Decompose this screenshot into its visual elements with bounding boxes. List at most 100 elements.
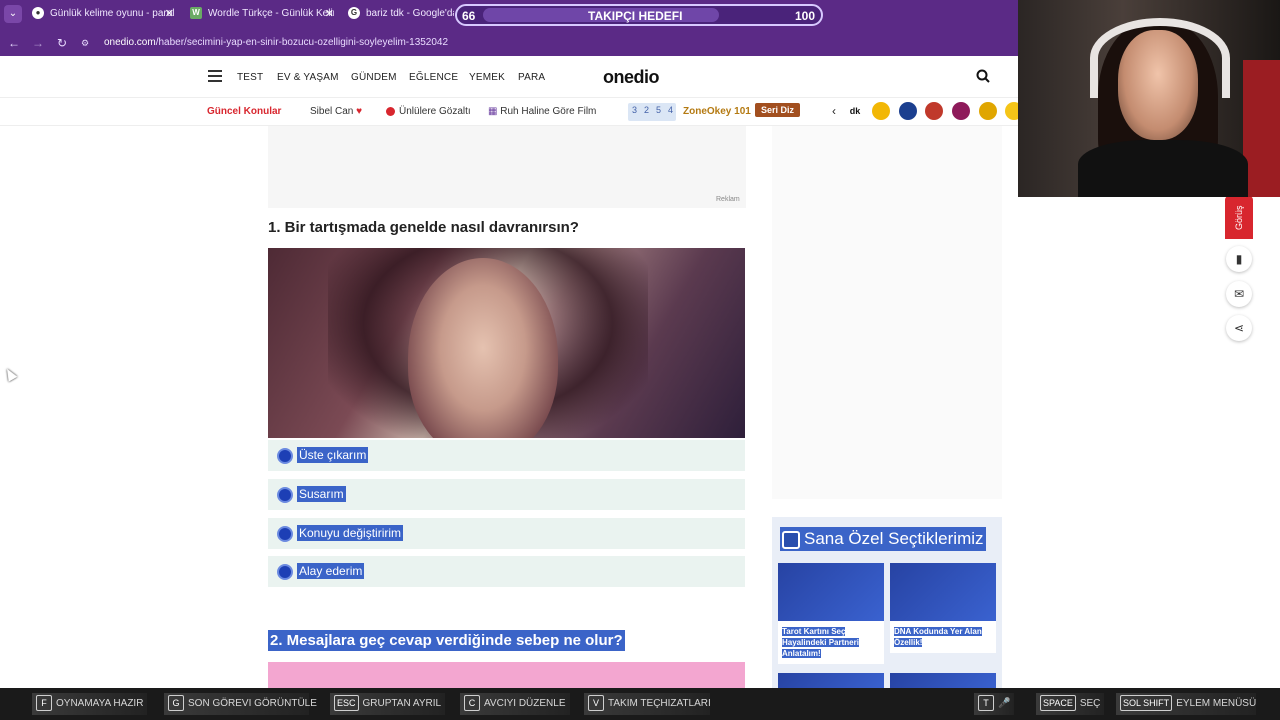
radio-icon	[277, 564, 293, 580]
personal-picks-panel: Sana Özel Seçtiklerimiz Tarot Kartını Se…	[772, 517, 1002, 688]
close-tab-icon[interactable]: ✕	[325, 5, 334, 23]
nav-yemek[interactable]: YEMEK	[469, 72, 505, 83]
reload-icon[interactable]: ↻	[54, 35, 70, 51]
topic-sibel-can[interactable]: Sibel Can ♥	[310, 106, 362, 117]
key-hint: G	[168, 695, 184, 711]
option-label: Üste çıkarım	[297, 447, 369, 463]
seri-diz-button[interactable]: Seri Diz	[755, 103, 801, 117]
dk-logo-icon[interactable]: dk	[846, 102, 864, 120]
pick-card[interactable]	[778, 673, 884, 688]
site-info-icon[interactable]: ⚙	[80, 35, 90, 51]
pick-card[interactable]	[890, 673, 996, 688]
bookmark-icon[interactable]: ▮	[1226, 246, 1252, 272]
zoneokey-link[interactable]: ZoneOkey 101	[683, 106, 751, 117]
key-hint: SPACE	[1040, 695, 1076, 711]
game-hud-bar: F OYNAMAYA HAZIR G SON GÖREVI GÖRÜNTÜLE ES…	[0, 688, 1280, 720]
hud-leave-group[interactable]: ESC GRUPTAN AYRIL	[330, 693, 445, 715]
tab-google[interactable]: Gbariz tdk - Google'da Ara	[348, 5, 454, 27]
card-image	[890, 673, 996, 688]
nav-ev-yasam[interactable]: EV & YAŞAM	[277, 72, 339, 83]
tab-parolla[interactable]: ● Günlük kelime oyunu - parolla ✕	[32, 5, 174, 27]
goal-target: 100	[795, 9, 816, 23]
tile-number: 5	[656, 105, 662, 115]
hud-edit-hunter[interactable]: C AVCIYI DÜZENLE	[460, 693, 570, 715]
sidebar-ad	[772, 126, 1002, 499]
back-arrow-icon[interactable]: ←	[6, 35, 22, 51]
pick-card[interactable]: DNA Kodunda Yer Alan Özellik!	[890, 563, 996, 653]
share-icon[interactable]: ⋖	[1226, 315, 1252, 341]
hud-label: EYLEM MENÜSÜ	[1176, 698, 1257, 709]
okey-tiles[interactable]: 3 2 5 4	[628, 103, 676, 121]
hud-label: AVCIYI DÜZENLE	[484, 698, 566, 709]
question-1-title: 1. Bir tartışmada genelde nasıl davranır…	[268, 219, 579, 236]
option-susarim[interactable]: Susarım	[268, 479, 745, 510]
hud-label: TAKIM TEÇHIZATLARI	[608, 698, 711, 709]
site-logo[interactable]: onedio	[603, 67, 660, 88]
question-2-image	[268, 662, 745, 688]
hud-team-gear[interactable]: V TAKIM TEÇHIZATLARI	[584, 693, 711, 715]
tile-number: 4	[668, 105, 674, 115]
hud-ready[interactable]: F OYNAMAYA HAZIR	[32, 693, 147, 715]
hud-select[interactable]: SPACE SEÇ	[1036, 693, 1104, 715]
key-hint: T	[978, 695, 994, 711]
hud-voice[interactable]: T 🎤	[974, 693, 1014, 715]
option-alay-ederim[interactable]: Alay ederim	[268, 556, 745, 587]
brand-logo-icon[interactable]	[979, 102, 997, 120]
nav-gundem[interactable]: GÜNDEM	[351, 72, 397, 83]
radio-icon	[277, 448, 293, 464]
hud-label: SON GÖREVI GÖRÜNTÜLE	[188, 698, 317, 709]
option-uste-cikarim[interactable]: Üste çıkarım	[268, 440, 745, 471]
red-dot-icon	[386, 106, 395, 116]
menu-icon[interactable]	[208, 70, 222, 82]
topic-label: Ünlülere Gözaltı	[399, 106, 471, 117]
question-2-title: 2. Mesajlara geç cevap verdiğinde sebep …	[268, 630, 625, 651]
url-path: /haber/secimini-yap-en-sinir-bozucu-ozel…	[155, 37, 449, 48]
film-icon: ▦	[488, 106, 498, 117]
card-title: DNA Kodunda Yer Alan Özellik!	[894, 627, 982, 647]
topic-ruh-haline-gore-film[interactable]: ▦ Ruh Haline Göre Film	[488, 106, 596, 117]
ad-label: Reklam	[716, 196, 740, 203]
brand-logo-icon[interactable]	[952, 102, 970, 120]
picks-title: Sana Özel Seçtiklerimiz	[780, 527, 986, 551]
tab-wordle[interactable]: W Wordle Türkçe - Günlük Kelime ✕	[190, 5, 334, 27]
radio-icon	[277, 526, 293, 542]
url-field[interactable]: onedio.com/haber/secimini-yap-en-sinir-b…	[104, 35, 448, 51]
option-label: Alay ederim	[297, 563, 365, 579]
snowflake-logo-icon[interactable]	[899, 102, 917, 120]
brand-logo-icon[interactable]	[872, 102, 890, 120]
goal-current: 66	[462, 9, 476, 23]
webcam-overlay	[1018, 0, 1280, 197]
url-domain: onedio.com	[104, 37, 156, 48]
comments-icon[interactable]: ✉	[1226, 281, 1252, 307]
option-konuyu-degistiririm[interactable]: Konuyu değiştiririm	[268, 518, 745, 549]
w-icon: W	[190, 7, 202, 20]
key-hint: F	[36, 695, 52, 711]
hud-last-mission[interactable]: G SON GÖREVI GÖRÜNTÜLE	[164, 693, 317, 715]
tile-number: 2	[644, 105, 650, 115]
nav-test[interactable]: TEST	[237, 72, 263, 83]
hud-label: GRUPTAN AYRIL	[362, 698, 442, 709]
topic-label: Ruh Haline Göre Film	[500, 106, 597, 117]
microphone-icon: 🎤	[998, 698, 1011, 709]
close-tab-icon[interactable]: ✕	[165, 5, 174, 23]
nav-para[interactable]: PARA	[518, 72, 545, 83]
nav-eglence[interactable]: EĞLENCE	[409, 72, 458, 83]
brand-logo-icon[interactable]	[925, 102, 943, 120]
key-hint: V	[588, 695, 604, 711]
goal-label: TAKIPÇI HEDEFI	[588, 9, 683, 23]
tab-list-dropdown-icon[interactable]: ⌄	[4, 5, 22, 23]
headphones-icon	[1090, 18, 1230, 98]
current-topics-link[interactable]: Güncel Konular	[207, 106, 281, 117]
topic-unlulere-gozalti[interactable]: Ünlülere Gözaltı	[386, 106, 471, 117]
pick-card[interactable]: Tarot Kartını Seç Hayalindeki Partneri A…	[778, 563, 884, 664]
topic-label: Sibel Can	[310, 106, 354, 117]
hud-label: SEÇ	[1079, 698, 1101, 709]
card-image	[778, 563, 884, 621]
forward-arrow-icon[interactable]: →	[30, 35, 46, 51]
question-1-image	[268, 248, 745, 438]
chevron-left-icon[interactable]: ‹	[832, 104, 836, 118]
search-icon[interactable]	[976, 69, 990, 83]
hud-action-menu[interactable]: SOL SHIFT EYLEM MENÜSÜ	[1116, 693, 1256, 715]
picks-title-text: Sana Özel Seçtiklerimiz	[804, 529, 984, 548]
feedback-tab[interactable]: Görüş	[1225, 196, 1253, 239]
